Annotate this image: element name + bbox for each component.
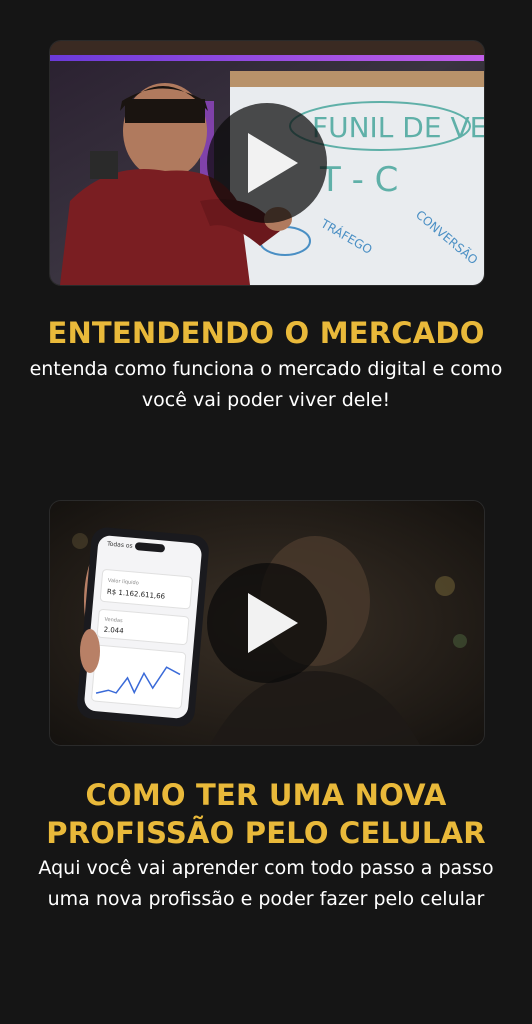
whiteboard-formula: T - C [319, 160, 398, 200]
video-player-mercado[interactable]: FUNIL DE VENDA T - C TRÁFEGO CONVERSÃO [49, 40, 485, 286]
play-icon [248, 133, 298, 193]
section-description: entenda como funciona o mercado digital … [29, 358, 503, 411]
section-title: COMO TER UMA NOVA PROFISSÃO PELO CELULAR [46, 778, 486, 850]
play-button[interactable] [207, 563, 327, 683]
video-player-profissao[interactable]: Todas os Valor líquido R$ 1.162.611,66 V… [49, 500, 485, 746]
whiteboard-text: FUNIL DE VENDA [312, 111, 484, 144]
play-button[interactable] [207, 103, 327, 223]
play-icon [248, 593, 298, 653]
section-description: Aqui você vai aprender com todo passo a … [38, 857, 494, 910]
section-title: ENTENDENDO O MERCADO [47, 316, 485, 350]
